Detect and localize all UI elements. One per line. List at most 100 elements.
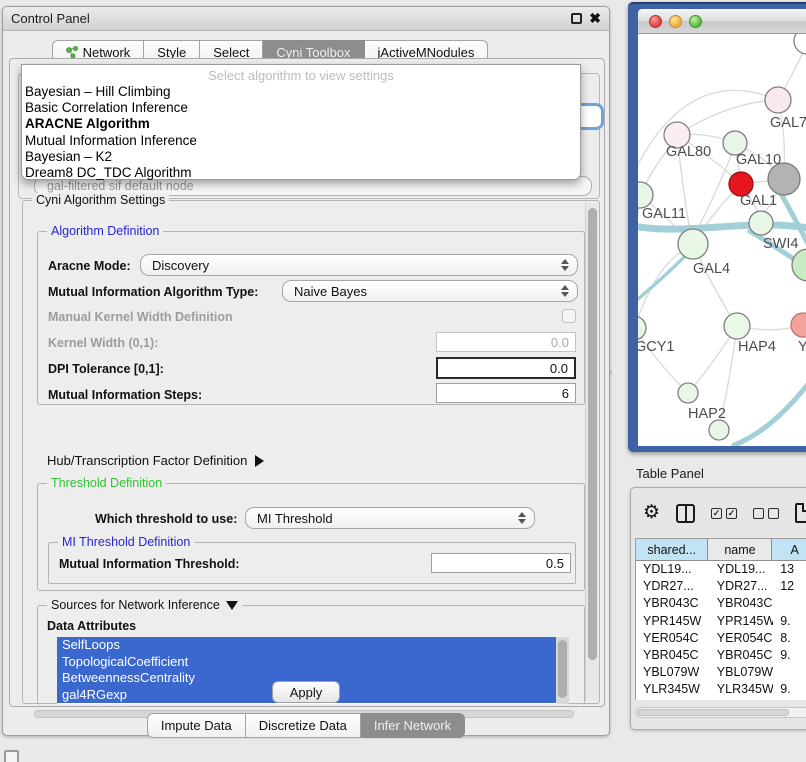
menu-item-selected[interactable]: ARACNE Algorithm — [22, 116, 580, 132]
cell-value: 9. — [773, 613, 806, 630]
window-zoom-icon[interactable] — [689, 15, 702, 28]
table-scrollbar-thumb[interactable] — [637, 709, 789, 716]
menu-item[interactable]: Dream8 DC_TDC Algorithm — [22, 165, 580, 181]
node-swi4[interactable] — [749, 211, 773, 235]
column-header-shared-name[interactable]: shared... — [636, 539, 708, 560]
mi-threshold-field[interactable]: 0.5 — [431, 553, 571, 573]
panel-splitter-handle[interactable]: ‹ — [609, 366, 617, 382]
table-row[interactable]: YBR045CYBR045C9. — [636, 647, 806, 664]
mi-algorithm-type-label: Mutual Information Algorithm Type: — [48, 285, 258, 299]
table-row[interactable]: YLR345WYLR345W9. — [636, 681, 806, 698]
cell-shared-name: YBR045C — [636, 647, 709, 664]
menu-item[interactable]: Bayesian – K2 — [22, 149, 580, 165]
network-window-titlebar[interactable] — [638, 9, 806, 34]
node-bottom[interactable] — [709, 420, 729, 440]
deselect-all-columns-icon[interactable] — [753, 508, 779, 519]
list-item[interactable]: SelfLoops — [57, 637, 569, 654]
float-window-icon[interactable] — [571, 13, 582, 24]
cell-shared-name: YLR345W — [636, 681, 709, 698]
node-partial[interactable] — [794, 34, 806, 54]
new-table-icon[interactable] — [795, 503, 806, 523]
table-row[interactable]: YBL079WYBL079W — [636, 664, 806, 681]
cell-name: YBR045C — [709, 647, 773, 664]
node-gal7[interactable] — [765, 87, 791, 113]
tab-infer-network-label: Infer Network — [374, 718, 451, 733]
select-all-columns-icon[interactable]: ✓✓ — [711, 508, 737, 519]
cell-name: YDR27... — [709, 578, 773, 595]
tab-impute-data[interactable]: Impute Data — [147, 713, 246, 738]
table-row[interactable]: YDR27...YDR27...12 — [636, 578, 806, 595]
cell-shared-name: YPR145W — [636, 613, 709, 630]
aracne-mode-value: Discovery — [152, 258, 209, 273]
close-icon[interactable]: ✖ — [589, 13, 601, 24]
window-minimize-icon[interactable] — [669, 15, 682, 28]
node-label: GAL11 — [642, 206, 686, 222]
attributes-vertical-scrollbar[interactable] — [556, 637, 569, 704]
kernel-width-field[interactable]: 0.0 — [436, 332, 576, 352]
gear-icon[interactable]: ⚙ — [643, 503, 660, 523]
tab-infer-network[interactable]: Infer Network — [361, 713, 465, 738]
kernel-width-value: 0.0 — [551, 335, 569, 350]
table-row[interactable]: YDL19...YDL19...13 — [636, 561, 806, 578]
cell-name: YLR345W — [709, 681, 773, 698]
settings-vertical-scrollbar[interactable] — [585, 203, 598, 701]
network-view-window: GAL7 GAL80 GAL10 GAL1 GAL11 SWI4 GAL4 GC… — [628, 2, 806, 452]
dpi-tolerance-field[interactable]: 0.0 — [436, 357, 576, 379]
tab-discretize-data[interactable]: Discretize Data — [246, 713, 361, 738]
table-panel: ⚙ ✓✓ shared... name A YDL19...YDL19...13… — [630, 487, 806, 730]
dpi-tolerance-label: DPI Tolerance [0,1]: — [48, 362, 164, 376]
menu-item[interactable]: Bayesian – Hill Climbing — [22, 84, 580, 100]
network-canvas[interactable]: GAL7 GAL80 GAL10 GAL1 GAL11 SWI4 GAL4 GC… — [638, 34, 806, 446]
table-row[interactable]: YIL052CYIL052C9 — [636, 699, 806, 701]
window-close-icon[interactable] — [649, 15, 662, 28]
control-panel-title: Control Panel — [11, 11, 90, 26]
which-threshold-combobox[interactable]: MI Threshold — [245, 507, 535, 529]
cell-shared-name: YIL052C — [636, 699, 709, 701]
column-header-partial[interactable]: A — [772, 539, 806, 560]
cell-shared-name: YBL079W — [636, 664, 709, 681]
node-label: HAP2 — [688, 406, 726, 422]
cell-name: YDL19... — [709, 561, 773, 578]
sources-group-title[interactable]: Sources for Network Inference — [47, 598, 242, 612]
cell-name: YBR043C — [709, 595, 773, 612]
table-horizontal-scrollbar[interactable] — [635, 707, 806, 718]
menu-item[interactable]: Basic Correlation Inference — [22, 100, 580, 116]
algorithm-prompt: Select algorithm to view settings — [22, 67, 580, 84]
node-salmon[interactable] — [791, 313, 806, 337]
column-header-name[interactable]: name — [708, 539, 772, 560]
attributes-scrollbar-thumb[interactable] — [558, 640, 567, 698]
table-row[interactable]: YBR043CYBR043C — [636, 595, 806, 612]
mi-algorithm-type-combobox[interactable]: Naive Bayes — [282, 280, 578, 302]
node-gcy1[interactable] — [638, 316, 646, 340]
menu-item[interactable]: Mutual Information Inference — [22, 133, 580, 149]
threshold-definition-title: Threshold Definition — [47, 476, 166, 490]
apply-button[interactable]: Apply — [272, 681, 340, 703]
aracne-mode-label: Aracne Mode: — [48, 259, 131, 273]
hub-transcription-factor-toggle[interactable]: Hub/Transcription Factor Definition — [47, 453, 264, 468]
node-hap2[interactable] — [678, 383, 698, 403]
table-row[interactable]: YPR145WYPR145W9. — [636, 613, 806, 630]
cell-value: 9 — [773, 699, 806, 701]
node-gal4[interactable] — [678, 229, 708, 259]
list-item[interactable]: TopologicalCoefficient — [57, 654, 569, 671]
combo-spinner-icon — [518, 512, 526, 524]
cell-shared-name: YDR27... — [636, 578, 709, 595]
cell-value: 13 — [773, 561, 806, 578]
manual-kernel-width-checkbox[interactable] — [562, 309, 576, 323]
settings-scrollbar-thumb[interactable] — [588, 208, 597, 660]
columns-icon[interactable] — [676, 504, 695, 523]
docked-panel-icon[interactable] — [4, 750, 19, 762]
kernel-width-label: Kernel Width (0,1): — [48, 336, 158, 350]
node-label: GAL10 — [736, 152, 781, 168]
data-attributes-label: Data Attributes — [47, 619, 136, 633]
algorithm-definition-group: Algorithm Definition Aracne Mode: Discov… — [37, 231, 585, 405]
node-big-green[interactable] — [792, 249, 806, 281]
node-hap4[interactable] — [724, 313, 750, 339]
cell-value: 12 — [773, 578, 806, 595]
table-row[interactable]: YER054CYER054C8. — [636, 630, 806, 647]
cell-name: YBL079W — [709, 664, 773, 681]
table-header-row: shared... name A — [636, 539, 806, 561]
tab-impute-data-label: Impute Data — [161, 718, 232, 733]
aracne-mode-combobox[interactable]: Discovery — [140, 254, 578, 276]
mi-steps-field[interactable]: 6 — [436, 383, 576, 403]
